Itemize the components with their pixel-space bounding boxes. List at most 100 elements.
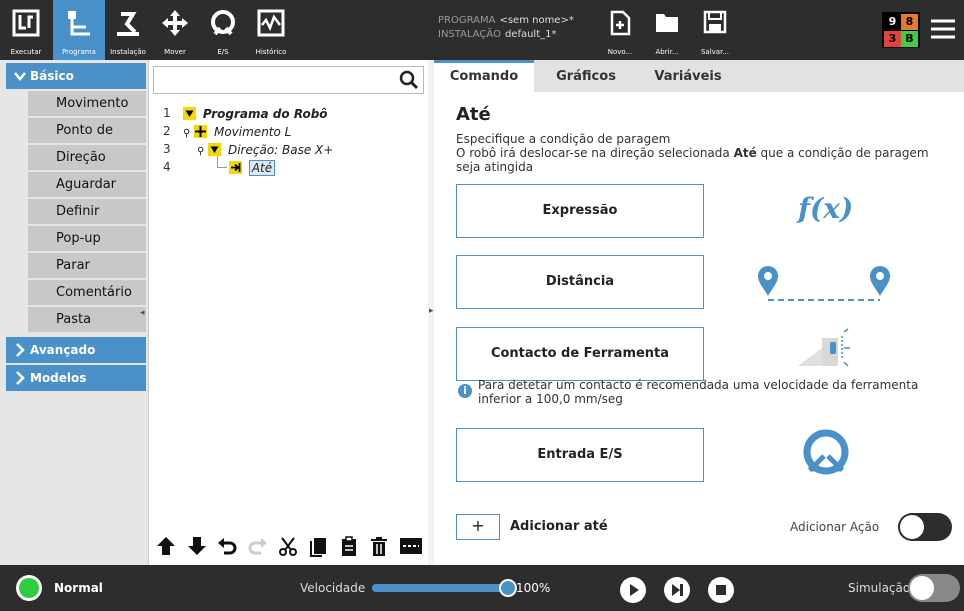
expand-handle-icon: ▸: [429, 306, 434, 316]
category-basic[interactable]: Básico: [6, 63, 146, 89]
add-until-label: Adicionar até: [510, 519, 608, 534]
description-line-1: Especifique a condição de paragem: [456, 132, 671, 146]
node-item-stop[interactable]: Parar: [28, 253, 146, 279]
category-advanced[interactable]: Avançado: [6, 337, 146, 363]
history-icon: [257, 9, 285, 37]
tab-graphics[interactable]: Gráficos: [536, 60, 636, 92]
tree-node-label: Movimento L: [213, 125, 292, 139]
nav-run-label: Executar: [10, 48, 42, 56]
tree-node-robot-program[interactable]: Programa do Robô: [183, 105, 328, 123]
counter-cell-d: B: [901, 31, 918, 47]
node-item-wait[interactable]: Aguardar: [28, 172, 146, 198]
nav-program-button[interactable]: Programa: [53, 0, 105, 60]
nav-move-label: Mover: [164, 48, 186, 56]
tab-bar: Comando Gráficos Variáveis: [434, 60, 964, 92]
undo-icon[interactable]: [216, 535, 238, 557]
distance-icon: [758, 266, 890, 301]
delete-icon[interactable]: [368, 535, 390, 557]
node-item-popup[interactable]: Pop-up: [28, 226, 146, 252]
speed-slider-fill: [372, 584, 508, 592]
save-file-button[interactable]: Salvar...: [693, 0, 737, 60]
cut-icon[interactable]: [277, 535, 299, 557]
line-number: 1: [163, 106, 171, 120]
footer-bar: Normal Velocidade 100% Simulação: [0, 565, 964, 611]
add-action-toggle[interactable]: [898, 513, 952, 541]
status-indicator[interactable]: [16, 575, 42, 601]
status-label: Normal: [54, 581, 103, 595]
add-until-button[interactable]: +: [456, 514, 500, 540]
function-icon: f(x): [798, 192, 853, 225]
simulation-toggle[interactable]: [908, 574, 960, 602]
move-down-icon[interactable]: [186, 535, 208, 557]
open-file-label: Abrir...: [655, 48, 679, 56]
paste-icon[interactable]: [338, 535, 360, 557]
folder-icon: [656, 14, 678, 32]
io-input-button[interactable]: Entrada E/S: [456, 428, 704, 482]
chevron-right-icon: [16, 371, 25, 385]
description-text: O robô irá deslocar-se na direção seleci…: [456, 146, 734, 160]
program-info: PROGRAMA <sem nome>* INSTALAÇÃO default_1*: [438, 14, 574, 42]
speed-slider-knob[interactable]: [499, 579, 517, 597]
nav-installation-button[interactable]: Instalação: [106, 0, 150, 60]
toggle-knob: [910, 576, 934, 600]
installation-icon: [117, 12, 139, 36]
installation-name: default_1*: [504, 29, 557, 40]
nav-history-label: Histórico: [255, 48, 287, 56]
nav-run-button[interactable]: Executar: [4, 0, 48, 60]
nav-history-button[interactable]: Histórico: [248, 0, 294, 60]
description-line-2: O robô irá deslocar-se na direção seleci…: [456, 146, 956, 174]
tree-toolbar: [151, 530, 427, 562]
program-tree-panel: 1 2 3 4 Programa do Robô ⚲ Movimento L ⚲…: [148, 60, 428, 565]
new-file-icon: [610, 10, 631, 36]
collapse-triangle-icon: [208, 143, 222, 156]
line-number: 3: [163, 142, 171, 156]
pin-icon: ⚲: [197, 146, 205, 157]
nav-io-label: E/S: [217, 48, 229, 56]
speed-slider[interactable]: [372, 579, 517, 597]
nav-move-button[interactable]: Mover: [152, 0, 198, 60]
tab-command[interactable]: Comando: [434, 60, 534, 92]
category-templates-label: Modelos: [30, 371, 87, 385]
program-nodes-panel: Básico Movimento Ponto de Rota Direção A…: [0, 60, 148, 565]
tab-variables[interactable]: Variáveis: [638, 60, 738, 92]
header-bar: Executar Programa Instalação Mover E/S H…: [0, 0, 964, 60]
redo-icon[interactable]: [247, 535, 269, 557]
new-file-button[interactable]: Novo...: [598, 0, 642, 60]
node-item-movement[interactable]: Movimento: [28, 91, 146, 117]
stop-button[interactable]: [708, 577, 734, 603]
info-icon: i: [458, 384, 472, 398]
collapse-triangle-icon: [183, 107, 196, 120]
distance-button[interactable]: Distância: [456, 255, 704, 309]
node-item-direction[interactable]: Direção: [28, 145, 146, 171]
command-panel: Comando Gráficos Variáveis Até Especifiq…: [434, 60, 964, 565]
fx-label: f(x): [798, 192, 854, 225]
tree-search-input[interactable]: [153, 66, 424, 94]
node-item-waypoint[interactable]: Ponto de Rota: [28, 118, 146, 164]
node-item-comment[interactable]: Comentário: [28, 280, 146, 306]
node-item-set[interactable]: Definir: [28, 199, 146, 225]
tree-node-until[interactable]: Até: [229, 159, 276, 177]
new-file-label: Novo...: [607, 48, 633, 56]
line-number: 2: [163, 124, 171, 138]
suppress-icon[interactable]: [399, 535, 423, 557]
tool-contact-icon: [798, 328, 850, 367]
status-green-dot: [19, 578, 39, 598]
counter-cell-a: 9: [884, 14, 901, 30]
node-item-folder[interactable]: Pasta: [28, 307, 146, 333]
step-button[interactable]: [664, 577, 690, 603]
menu-button[interactable]: [928, 14, 960, 44]
category-templates[interactable]: Modelos: [6, 365, 146, 391]
search-icon: [399, 70, 419, 90]
tree-node-move-l[interactable]: ⚲ Movimento L: [183, 123, 291, 141]
open-file-button[interactable]: Abrir...: [645, 0, 689, 60]
copy-icon[interactable]: [307, 535, 329, 557]
counter-cell-c: 3: [884, 31, 901, 47]
save-file-label: Salvar...: [700, 48, 730, 56]
step-icon: [672, 584, 683, 596]
program-key: PROGRAMA: [438, 15, 496, 26]
tool-contact-button[interactable]: Contacto de Ferramenta: [456, 327, 704, 381]
nav-io-button[interactable]: E/S: [200, 0, 246, 60]
move-up-icon[interactable]: [155, 535, 177, 557]
play-button[interactable]: [620, 577, 646, 603]
expression-button[interactable]: Expressão: [456, 184, 704, 238]
